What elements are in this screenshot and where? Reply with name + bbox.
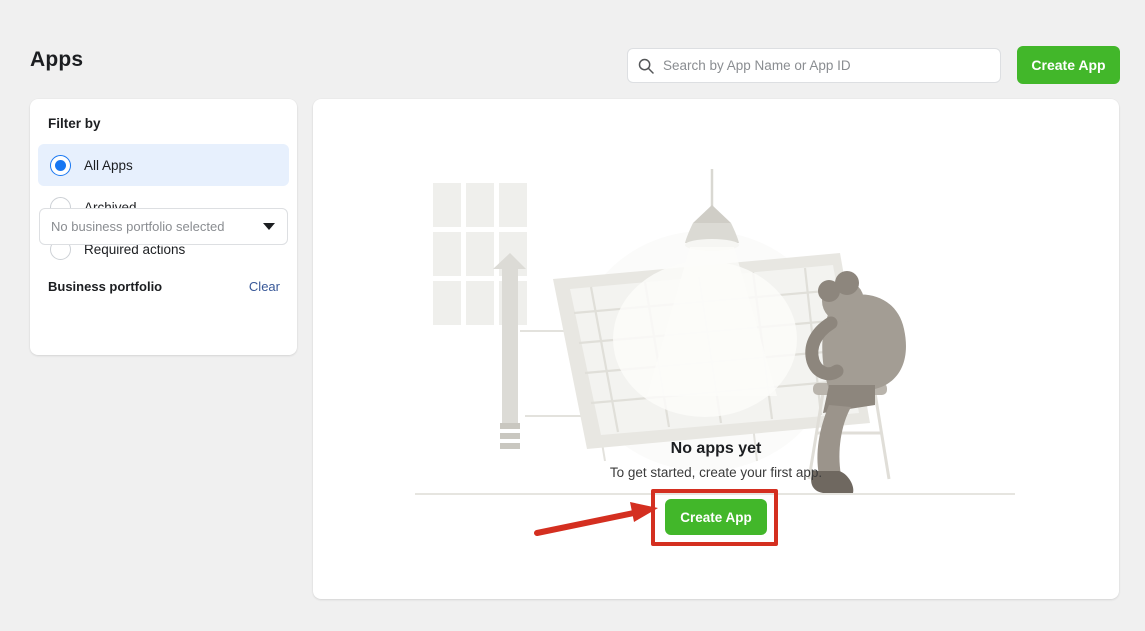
search-icon [638,58,654,74]
create-app-button-main[interactable]: Create App [665,499,767,535]
create-app-button-header[interactable]: Create App [1017,46,1120,84]
apps-empty-state-card: No apps yet To get started, create your … [313,99,1119,599]
search-input[interactable] [663,49,990,82]
empty-state-subtitle: To get started, create your first app. [609,465,823,480]
person-at-drafting-board-illustration [405,161,1025,511]
sidebar-item-all-apps[interactable]: All Apps [38,144,289,186]
filter-by-heading: Filter by [48,116,101,131]
radio-icon-all-apps [50,154,71,176]
empty-state-title: No apps yet [670,440,762,457]
business-portfolio-header: Business portfolio Clear [48,279,280,294]
clear-link[interactable]: Clear [249,279,280,294]
business-portfolio-value: No business portfolio selected [51,219,225,234]
filter-radio-group: All Apps Archived Required actions [38,144,289,270]
page-title: Apps [30,48,84,71]
chevron-down-icon [263,223,275,230]
business-portfolio-label: Business portfolio [48,279,163,294]
filter-label-all-apps: All Apps [84,157,133,173]
business-portfolio-select[interactable]: No business portfolio selected [39,208,288,245]
apps-page: Apps Create App Filter by All Apps Archi… [0,0,1145,631]
search-box[interactable] [627,48,1001,83]
